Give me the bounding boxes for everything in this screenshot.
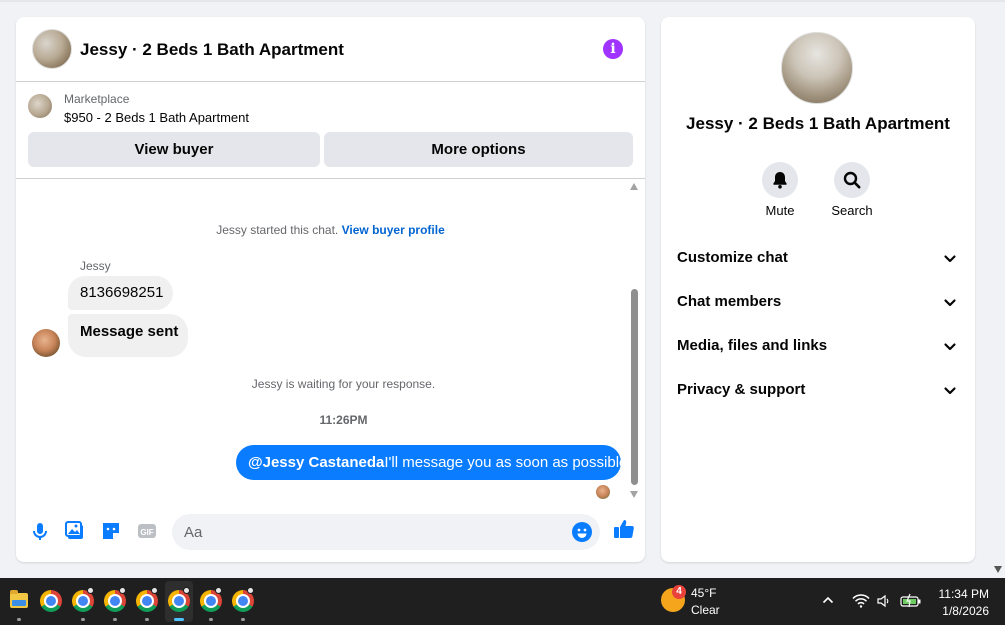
svg-text:GIF: GIF — [140, 528, 153, 537]
chat-header: Jessy · 2 Beds 1 Bath Apartment i — [16, 17, 645, 82]
file-explorer-icon[interactable] — [10, 590, 28, 608]
wifi-icon[interactable] — [852, 593, 870, 609]
running-indicator — [241, 618, 245, 621]
listing-price-title: $950 - 2 Beds 1 Bath Apartment — [64, 110, 250, 125]
message-input[interactable] — [184, 514, 564, 550]
chat-title[interactable]: Jessy · 2 Beds 1 Bath Apartment — [80, 40, 344, 60]
profile-badge — [119, 587, 126, 594]
scrollbar-thumb[interactable] — [631, 289, 638, 485]
taskbar: 4 45°F Clear 11:34 PM 1/8/2026 — [0, 578, 1005, 625]
active-indicator — [174, 618, 184, 621]
running-indicator — [145, 618, 149, 621]
photo-icon[interactable] — [63, 519, 87, 543]
listing-thumbnail — [28, 94, 52, 118]
profile-badge — [183, 587, 190, 594]
section-label: Chat members — [677, 293, 782, 310]
section-label: Customize chat — [677, 249, 788, 266]
running-indicator — [209, 618, 213, 621]
profile-badge — [151, 587, 158, 594]
incoming-message[interactable]: 8136698251 — [68, 276, 173, 310]
running-indicator — [81, 618, 85, 621]
battery-charging-icon[interactable] — [900, 593, 922, 609]
view-buyer-profile-link[interactable]: View buyer profile — [342, 223, 445, 237]
weather-temperature[interactable]: 45°F — [691, 586, 716, 600]
search-button[interactable] — [834, 162, 870, 198]
media-files-links-section[interactable]: Media, files and links — [661, 325, 975, 369]
composer: GIF — [16, 512, 645, 562]
listing-photo[interactable] — [781, 32, 853, 104]
mute-label: Mute — [765, 203, 795, 218]
sticker-icon[interactable] — [99, 519, 123, 543]
running-indicator — [17, 618, 21, 621]
waiting-notice: Jessy is waiting for your response. — [251, 377, 436, 391]
seen-indicator-avatar — [596, 485, 610, 499]
section-label: Privacy & support — [677, 381, 806, 398]
message-list[interactable]: Jessy started this chat. View buyer prof… — [16, 180, 645, 510]
outgoing-message-text: I'll message you as soon as possible — [384, 454, 628, 471]
profile-badge — [247, 587, 254, 594]
sender-avatar[interactable] — [32, 329, 60, 357]
chat-members-section[interactable]: Chat members — [661, 281, 975, 325]
incoming-message[interactable]: Message sent — [68, 314, 188, 357]
chevron-down-icon — [944, 387, 956, 395]
search-icon — [843, 171, 861, 189]
scroll-up-arrow[interactable] — [630, 183, 638, 190]
profile-badge — [215, 587, 222, 594]
section-label: Media, files and links — [677, 337, 828, 354]
profile-badge — [87, 587, 94, 594]
message-timestamp: 11:26PM — [319, 413, 368, 427]
emoji-icon[interactable] — [572, 522, 592, 542]
clock-time[interactable]: 11:34 PM — [937, 587, 989, 601]
top-divider — [0, 0, 1005, 2]
chevron-down-icon — [944, 343, 956, 351]
chat-started-notice: Jessy started this chat. View buyer prof… — [16, 223, 645, 237]
chevron-down-icon — [944, 255, 956, 263]
chat-panel: Jessy · 2 Beds 1 Bath Apartment i Market… — [16, 17, 645, 562]
marketplace-listing: Marketplace $950 - 2 Beds 1 Bath Apartme… — [16, 83, 645, 179]
bell-icon — [773, 172, 787, 189]
gif-icon[interactable]: GIF — [135, 519, 159, 543]
chat-info-panel: Jessy · 2 Beds 1 Bath Apartment Mute Sea… — [661, 17, 975, 562]
listing-avatar[interactable] — [32, 29, 72, 69]
chat-started-text: Jessy started this chat. — [216, 223, 339, 237]
thumbs-up-icon[interactable] — [612, 517, 636, 541]
scroll-down-arrow[interactable] — [630, 491, 638, 498]
info-icon[interactable]: i — [603, 39, 623, 59]
more-options-button[interactable]: More options — [324, 132, 633, 167]
weather-badge: 4 — [672, 585, 686, 599]
outgoing-message[interactable]: @Jessy CastanedaI'll message you as soon… — [236, 445, 627, 480]
chrome-icon[interactable] — [40, 590, 62, 612]
search-label: Search — [831, 203, 873, 218]
privacy-support-section[interactable]: Privacy & support — [661, 369, 975, 413]
running-indicator — [113, 618, 117, 621]
volume-icon[interactable] — [876, 593, 892, 609]
view-buyer-button[interactable]: View buyer — [28, 132, 320, 167]
message-input-container — [172, 514, 600, 550]
clock-date[interactable]: 1/8/2026 — [937, 604, 989, 618]
page-scroll-down-arrow[interactable] — [994, 566, 1002, 573]
mute-button[interactable] — [762, 162, 798, 198]
chevron-up-icon[interactable] — [821, 593, 835, 607]
chevron-down-icon — [944, 299, 956, 307]
sender-name: Jessy — [80, 259, 111, 273]
listing-source: Marketplace — [64, 92, 130, 106]
customize-chat-section[interactable]: Customize chat — [661, 237, 975, 281]
info-title: Jessy · 2 Beds 1 Bath Apartment — [686, 114, 950, 133]
microphone-icon[interactable] — [28, 519, 52, 543]
weather-condition[interactable]: Clear — [691, 603, 720, 617]
mention[interactable]: @Jessy Castaneda — [248, 454, 384, 471]
